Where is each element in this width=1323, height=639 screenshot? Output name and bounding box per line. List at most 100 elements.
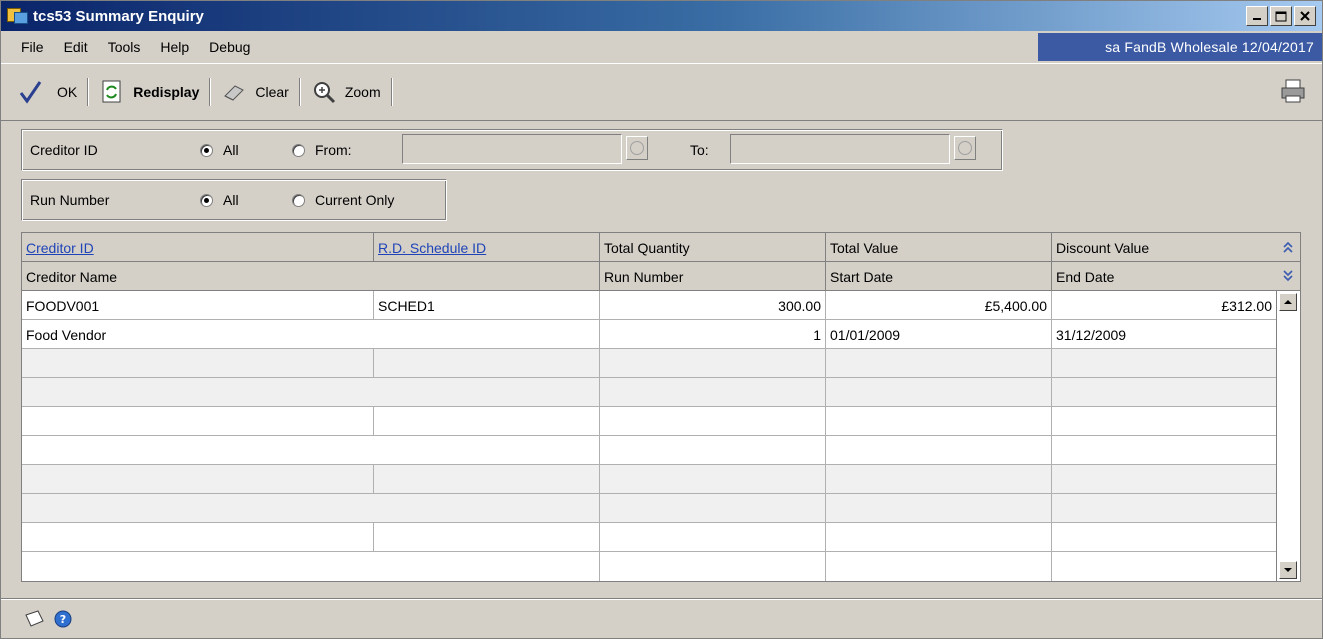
grid-vertical-scrollbar[interactable] [1276, 291, 1300, 581]
lookup-icon [630, 141, 644, 155]
cell-creditor-id[interactable]: FOODV001 [22, 291, 374, 320]
checkmark-icon [17, 79, 43, 105]
creditor-from-lookup-button[interactable] [626, 136, 648, 160]
creditor-to-lookup-button[interactable] [954, 136, 976, 160]
toolbar: OK Redisplay Clear Zoom [1, 63, 1322, 121]
creditor-id-label: Creditor ID [30, 142, 98, 158]
cell-discount-value[interactable]: £312.00 [1052, 291, 1277, 320]
header-total-quantity: Total Quantity [600, 233, 826, 262]
double-chevron-down-icon [1283, 270, 1293, 282]
empty-row[interactable] [22, 465, 1277, 494]
cell-run-number[interactable]: 1 [600, 320, 826, 349]
table-row[interactable]: Food Vendor 1 01/01/2009 31/12/2009 [22, 320, 1277, 349]
minimize-icon [1253, 18, 1261, 20]
window-controls [1246, 6, 1316, 26]
creditor-to-input[interactable] [730, 134, 950, 164]
title-bar: tcs53 Summary Enquiry [1, 1, 1322, 31]
cell-rd-schedule-id[interactable]: SCHED1 [374, 291, 600, 320]
radio-unchecked-icon [292, 143, 305, 157]
header-creditor-id[interactable]: Creditor ID [22, 233, 374, 262]
cell-creditor-name[interactable]: Food Vendor [22, 320, 600, 349]
minimize-button[interactable] [1246, 6, 1268, 26]
user-company-date-status: sa FandB Wholesale 12/04/2017 [1038, 33, 1322, 61]
run-all-label: All [223, 192, 239, 208]
menu-tools[interactable]: Tools [108, 37, 141, 57]
run-number-label: Run Number [30, 192, 110, 208]
header-creditor-name: Creditor Name [22, 262, 600, 291]
menu-help[interactable]: Help [160, 37, 189, 57]
cell-start-date[interactable]: 01/01/2009 [826, 320, 1052, 349]
cell-total-quantity[interactable]: 300.00 [600, 291, 826, 320]
refresh-icon [99, 79, 125, 105]
note-icon[interactable] [23, 609, 45, 632]
creditor-all-radio[interactable]: All [200, 142, 239, 158]
menu-bar: File Edit Tools Help Debug sa FandB Whol… [1, 31, 1322, 63]
clear-label: Clear [255, 84, 289, 100]
scroll-down-button[interactable] [1279, 561, 1297, 579]
cell-end-date[interactable]: 31/12/2009 [1052, 320, 1277, 349]
summary-grid: Creditor ID R.D. Schedule ID Total Quant… [21, 232, 1301, 582]
creditor-all-label: All [223, 142, 239, 158]
zoom-button[interactable]: Zoom [303, 76, 389, 108]
empty-row[interactable] [22, 378, 1277, 407]
cell-total-value[interactable]: £5,400.00 [826, 291, 1052, 320]
run-number-filter: Run Number All Current Only [21, 179, 447, 221]
scroll-up-button[interactable] [1279, 293, 1297, 311]
run-current-only-radio[interactable]: Current Only [292, 192, 394, 208]
double-chevron-up-icon [1283, 241, 1293, 253]
redisplay-button[interactable]: Redisplay [91, 76, 207, 108]
bottom-status-bar: ? [1, 598, 1322, 638]
header-rd-schedule-id-link[interactable]: R.D. Schedule ID [378, 240, 486, 256]
grid-header-row-1: Creditor ID R.D. Schedule ID Total Quant… [22, 233, 1277, 262]
help-icon[interactable]: ? [53, 609, 73, 632]
svg-text:?: ? [60, 613, 66, 626]
menu-edit[interactable]: Edit [64, 37, 88, 57]
table-row[interactable]: FOODV001 SCHED1 300.00 £5,400.00 £312.00 [22, 291, 1277, 320]
empty-row[interactable] [22, 552, 1277, 581]
lookup-icon [958, 141, 972, 155]
menu-debug[interactable]: Debug [209, 37, 250, 57]
header-discount-value: Discount Value [1052, 233, 1277, 262]
printer-icon[interactable] [1280, 78, 1306, 104]
ok-button[interactable]: OK [1, 76, 85, 108]
run-all-radio[interactable]: All [200, 192, 239, 208]
header-total-value: Total Value [826, 233, 1052, 262]
creditor-from-label: From: [315, 142, 352, 158]
empty-row[interactable] [22, 523, 1277, 552]
collapse-rows-button[interactable] [1276, 233, 1300, 262]
maximize-button[interactable] [1270, 6, 1292, 26]
header-rd-schedule-id[interactable]: R.D. Schedule ID [374, 233, 600, 262]
empty-row[interactable] [22, 407, 1277, 436]
close-icon [1300, 11, 1310, 21]
creditor-id-filter: Creditor ID All From: To: [21, 129, 1003, 171]
summary-enquiry-window: tcs53 Summary Enquiry File Edit Tools He… [0, 0, 1323, 639]
radio-checked-icon [200, 193, 213, 207]
magnifier-icon [311, 79, 337, 105]
app-icon [7, 6, 29, 26]
empty-row[interactable] [22, 436, 1277, 465]
header-start-date: Start Date [826, 262, 1052, 291]
header-end-date: End Date [1052, 262, 1277, 291]
empty-row[interactable] [22, 494, 1277, 523]
expand-rows-button[interactable] [1276, 262, 1300, 291]
zoom-label: Zoom [344, 84, 381, 100]
window-title: tcs53 Summary Enquiry [33, 7, 204, 25]
toolbar-separator [87, 78, 90, 106]
run-current-only-label: Current Only [315, 192, 395, 208]
ok-label: OK [57, 84, 78, 100]
menu-file[interactable]: File [21, 37, 44, 57]
empty-row[interactable] [22, 349, 1277, 378]
creditor-from-radio[interactable]: From: [292, 142, 352, 158]
toolbar-separator [390, 78, 393, 106]
maximize-icon [1275, 11, 1287, 21]
toolbar-separator [298, 78, 301, 106]
radio-checked-icon [200, 143, 213, 157]
creditor-from-input[interactable] [402, 134, 622, 164]
header-creditor-id-link[interactable]: Creditor ID [26, 240, 94, 256]
clear-button[interactable]: Clear [213, 76, 296, 108]
close-button[interactable] [1294, 6, 1316, 26]
arrow-up-icon [1284, 300, 1292, 304]
radio-unchecked-icon [292, 193, 305, 207]
eraser-icon [221, 79, 247, 105]
creditor-to-label: To: [690, 142, 709, 158]
